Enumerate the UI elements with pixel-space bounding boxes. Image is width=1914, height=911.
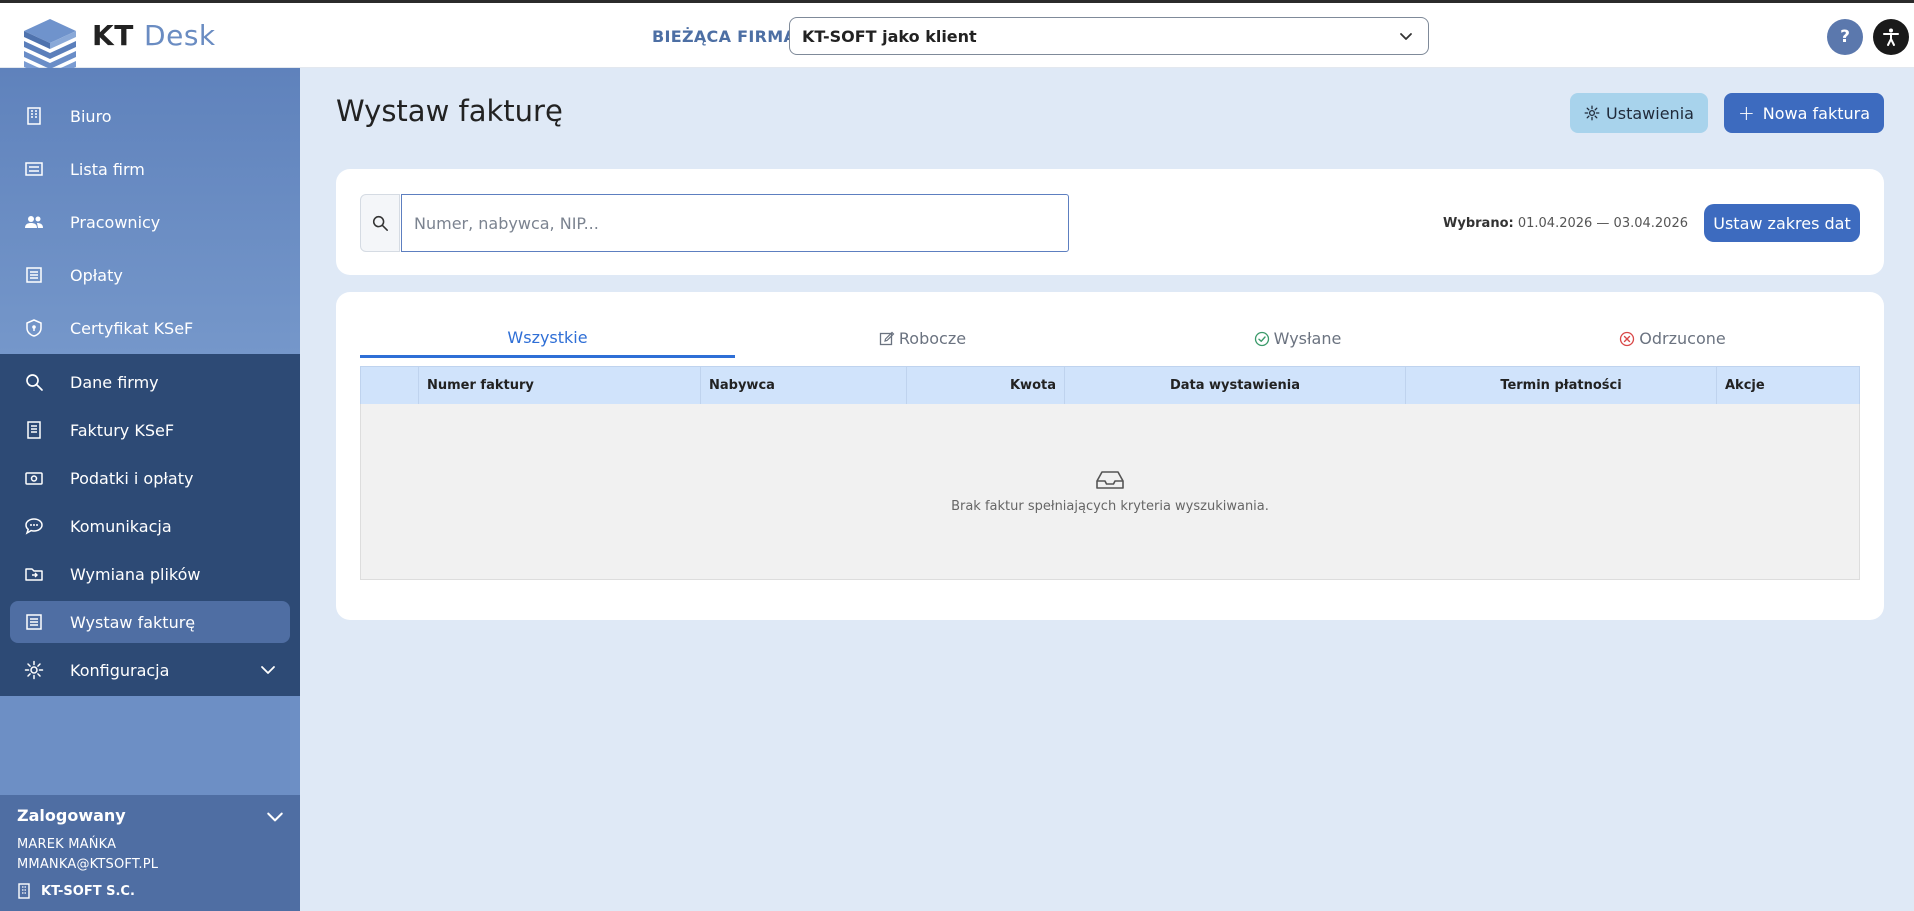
edit-icon	[879, 331, 895, 345]
current-firm-value: KT-SOFT jako klient	[802, 26, 977, 46]
invoices-card: Wszystkie Robocze Wysłane Odrzucone Nume…	[336, 292, 1884, 620]
user-name: MAREK MAŃKA	[17, 837, 117, 852]
column-akcje: Akcje	[1725, 378, 1765, 393]
chevron-down-icon	[1400, 33, 1412, 40]
date-range-label: Wybrano:	[1443, 216, 1514, 231]
sidebar-item-label: Konfiguracja	[70, 660, 170, 680]
building-icon	[18, 883, 30, 899]
sidebar: Biuro Lista firm Pracownicy Opłaty Certy…	[0, 68, 300, 911]
tab-odrzucone[interactable]: Odrzucone	[1485, 320, 1860, 358]
column-data-wystawienia[interactable]: Data wystawienia	[1065, 367, 1406, 404]
search-icon	[372, 215, 388, 231]
search-card: Wybrano: 01.04.2026 — 03.04.2026 Ustaw z…	[336, 169, 1884, 275]
column-termin-platnosci[interactable]: Termin płatności	[1406, 367, 1717, 404]
accessibility-button[interactable]	[1873, 19, 1909, 55]
new-invoice-button[interactable]: + Nowa faktura	[1724, 93, 1884, 133]
sidebar-item-faktury-ksef[interactable]: Faktury KSeF	[10, 409, 290, 451]
sidebar-item-label: Komunikacja	[70, 516, 172, 536]
column-numer-faktury[interactable]: Numer faktury	[419, 367, 701, 404]
current-firm-label: BIEŻĄCA FIRMA:	[652, 27, 804, 46]
sidebar-item-wymiana-plikow[interactable]: Wymiana plików	[10, 553, 290, 595]
sidebar-item-label: Faktury KSeF	[70, 420, 175, 440]
table-empty-state: Brak faktur spełniających kryteria wyszu…	[360, 404, 1860, 580]
check-circle-icon	[1254, 331, 1269, 346]
tab-wszystkie[interactable]: Wszystkie	[360, 320, 735, 358]
sidebar-item-label: Lista firm	[70, 159, 145, 179]
sidebar-item-label: Podatki i opłaty	[70, 468, 194, 488]
tab-label: Robocze	[898, 329, 967, 348]
logged-in-title[interactable]: Zalogowany	[17, 806, 126, 825]
folder-icon	[25, 568, 43, 581]
sidebar-item-komunikacja[interactable]: Komunikacja	[10, 505, 290, 547]
invoice-icon	[26, 614, 42, 630]
top-header: KT Desk BIEŻĄCA FIRMA: KT-SOFT jako klie…	[0, 3, 1914, 85]
sidebar-item-biuro[interactable]: Biuro	[10, 95, 290, 137]
sidebar-item-label: Opłaty	[70, 265, 123, 285]
tab-wyslane[interactable]: Wysłane	[1110, 320, 1485, 358]
chat-icon	[25, 518, 43, 535]
users-icon	[25, 216, 43, 228]
search-icon	[26, 374, 43, 391]
settings-button-label: Ustawienia	[1606, 103, 1694, 123]
invoice-tabs: Wszystkie Robocze Wysłane Odrzucone	[360, 320, 1860, 358]
search-addon	[360, 194, 400, 252]
user-firm-name: KT-SOFT S.C.	[41, 883, 135, 899]
set-date-range-button[interactable]: Ustaw zakres dat	[1704, 204, 1860, 242]
selected-date-range: Wybrano: 01.04.2026 — 03.04.2026	[1443, 216, 1688, 231]
current-firm-select[interactable]: KT-SOFT jako klient	[789, 17, 1429, 55]
inbox-icon	[1096, 471, 1124, 489]
cash-icon	[25, 472, 43, 485]
date-range-value: 01.04.2026 — 03.04.2026	[1517, 216, 1688, 231]
sidebar-item-dane-firmy[interactable]: Dane firmy	[10, 361, 290, 403]
x-circle-icon	[1620, 331, 1635, 346]
sidebar-item-konfiguracja[interactable]: Konfiguracja	[10, 649, 290, 691]
column-select	[361, 367, 419, 404]
tab-label: Wszystkie	[507, 328, 588, 347]
list-icon	[25, 162, 43, 176]
gear-icon	[1584, 105, 1600, 121]
tab-label: Odrzucone	[1639, 329, 1726, 348]
sidebar-item-label: Dane firmy	[70, 372, 159, 392]
sidebar-item-label: Wystaw fakturę	[70, 612, 196, 632]
sidebar-item-certyfikat-ksef[interactable]: Certyfikat KSeF	[10, 307, 290, 349]
accessibility-icon	[1883, 28, 1899, 46]
search-input[interactable]	[401, 194, 1069, 252]
receipt-icon	[26, 267, 42, 283]
plus-icon: +	[1738, 101, 1755, 125]
settings-button[interactable]: Ustawienia	[1570, 93, 1708, 133]
column-nabywca[interactable]: Nabywca	[701, 367, 907, 404]
sidebar-item-label: Wymiana plików	[70, 564, 201, 584]
tab-robocze[interactable]: Robocze	[735, 320, 1110, 358]
sidebar-item-podatki-i-oplaty[interactable]: Podatki i opłaty	[10, 457, 290, 499]
sidebar-item-label: Pracownicy	[70, 212, 161, 232]
empty-message: Brak faktur spełniających kryteria wyszu…	[951, 499, 1269, 514]
brand-kt: KT	[92, 19, 134, 52]
chevron-down-icon	[261, 666, 275, 674]
sidebar-item-pracownicy[interactable]: Pracownicy	[10, 201, 290, 243]
user-email: MMANKA@KTSOFT.PL	[17, 857, 159, 872]
building-icon	[27, 107, 41, 125]
help-icon: ?	[1840, 27, 1850, 47]
page-title: Wystaw fakturę	[336, 94, 563, 128]
column-kwota[interactable]: Kwota	[907, 367, 1065, 404]
gear-icon	[24, 660, 44, 680]
user-firm: KT-SOFT S.C.	[17, 883, 135, 899]
sidebar-item-wystaw-fakture[interactable]: Wystaw fakturę	[10, 601, 290, 643]
tab-label: Wysłane	[1273, 329, 1342, 348]
sidebar-item-label: Biuro	[70, 106, 112, 126]
brand-desk: Desk	[144, 19, 216, 52]
sidebar-item-oplaty[interactable]: Opłaty	[10, 254, 290, 296]
table-header: Numer faktury Nabywca Kwota Data wystawi…	[360, 366, 1860, 405]
brand-name: KT Desk	[92, 19, 216, 52]
help-button[interactable]: ?	[1827, 19, 1863, 55]
new-invoice-button-label: Nowa faktura	[1762, 103, 1870, 123]
shield-icon	[26, 319, 42, 337]
chevron-down-icon[interactable]	[266, 808, 284, 826]
sidebar-item-lista-firm[interactable]: Lista firm	[10, 148, 290, 190]
document-icon	[27, 421, 41, 439]
sidebar-item-label: Certyfikat KSeF	[70, 318, 194, 338]
